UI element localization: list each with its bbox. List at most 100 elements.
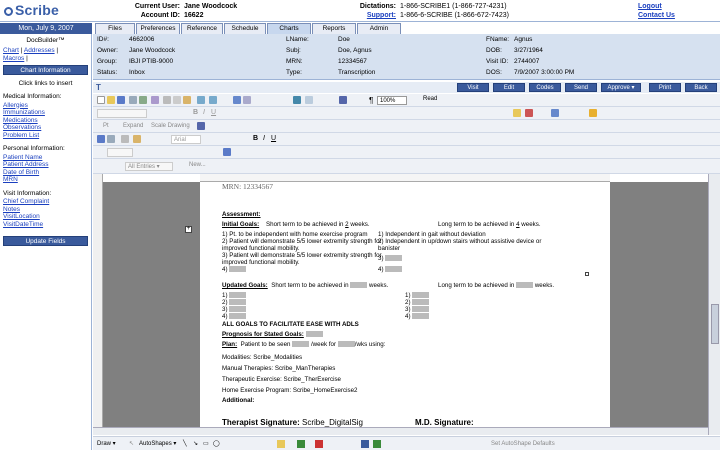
draw-menu[interactable]: Draw ▾ — [97, 437, 116, 451]
approve-button[interactable]: Approve ▾ — [601, 83, 641, 92]
date-of-birth-link[interactable]: Date of Birth — [3, 169, 39, 176]
expand-button[interactable]: Expand — [123, 123, 143, 129]
medications-link[interactable]: Medications — [3, 117, 38, 124]
shadow-icon[interactable] — [361, 440, 369, 448]
patient-address-link[interactable]: Patient Address — [3, 161, 49, 168]
tab-reports[interactable]: Reports — [312, 23, 356, 34]
plan-duration-field[interactable] — [337, 341, 355, 347]
arrow-icon[interactable]: ↘ — [193, 437, 198, 451]
paste-icon[interactable] — [183, 96, 191, 104]
table-icon[interactable] — [233, 96, 241, 104]
italic2-icon[interactable]: I — [263, 135, 265, 142]
highlight-icon[interactable] — [513, 109, 521, 117]
update-fields-button[interactable]: Update Fields — [3, 236, 88, 246]
read-button[interactable]: Read — [423, 96, 437, 102]
set-autoshape-defaults[interactable]: Set AutoShape Defaults — [491, 437, 555, 451]
shape-icon[interactable] — [197, 122, 205, 130]
updated-long-weeks-field[interactable] — [516, 282, 534, 288]
bold-icon[interactable]: B — [193, 109, 198, 116]
save-icon[interactable] — [117, 96, 125, 104]
mrn-link[interactable]: MRN — [3, 176, 18, 183]
new-entry-button[interactable]: New... — [189, 162, 206, 168]
updated-long-1-field[interactable] — [412, 292, 430, 298]
visit-datetime-link[interactable]: VisitDateTime — [3, 221, 43, 228]
support-link[interactable]: Support: — [367, 12, 396, 19]
tab-files[interactable]: Files — [95, 23, 135, 34]
plan-frequency-field[interactable] — [292, 341, 310, 347]
patient-name-link[interactable]: Patient Name — [3, 154, 42, 161]
columns-icon[interactable] — [243, 96, 251, 104]
line-icon[interactable]: ╲ — [183, 437, 187, 451]
vertical-scrollbar[interactable] — [708, 174, 720, 435]
bold2-icon[interactable]: B — [253, 135, 258, 142]
macros-link[interactable]: Macros — [3, 55, 24, 62]
insert-icon[interactable] — [551, 109, 559, 117]
tab-reference[interactable]: Reference — [181, 23, 223, 34]
scale-drawing-button[interactable]: Scale Drawing — [151, 123, 190, 129]
prognosis-field[interactable] — [305, 331, 323, 337]
send-button[interactable]: Send — [565, 83, 597, 92]
notes-link[interactable]: Notes — [3, 206, 20, 213]
save2-icon[interactable] — [97, 135, 105, 143]
logout-link[interactable]: Logout — [638, 3, 662, 10]
updated-3-field[interactable] — [229, 306, 247, 312]
updated-4-field[interactable] — [229, 313, 247, 319]
3d-icon[interactable] — [373, 440, 381, 448]
immunizations-link[interactable]: Immunizations — [3, 109, 45, 116]
addresses-link[interactable]: Addresses — [24, 47, 55, 54]
cut-icon[interactable] — [163, 96, 171, 104]
list-select[interactable] — [107, 148, 133, 157]
print2-icon[interactable] — [107, 135, 115, 143]
font-color-draw-icon[interactable] — [315, 440, 323, 448]
tab-charts[interactable]: Charts — [267, 23, 311, 34]
back-button[interactable]: Back — [685, 83, 717, 92]
table-resize-handle[interactable] — [585, 272, 589, 276]
style-select[interactable] — [97, 109, 147, 118]
oval-icon[interactable]: ◯ — [213, 437, 220, 451]
edit-button[interactable]: Edit — [493, 83, 525, 92]
chart-information-button[interactable]: Chart Information — [3, 65, 88, 75]
pointer-icon[interactable]: ↖ — [129, 437, 134, 451]
italic-icon[interactable]: I — [203, 109, 205, 116]
problem-list-link[interactable]: Problem List — [3, 132, 39, 139]
chart-link[interactable]: Chart — [3, 47, 19, 54]
updated-1-field[interactable] — [229, 292, 247, 298]
cut2-icon[interactable] — [121, 135, 129, 143]
long-goal-3-field[interactable] — [385, 255, 403, 261]
font-select[interactable]: Arial — [171, 135, 201, 144]
long-goal-4-field[interactable] — [385, 266, 403, 272]
fill-color-icon[interactable] — [277, 440, 285, 448]
visit-location-link[interactable]: VisitLocation — [3, 213, 40, 220]
table-move-handle-icon[interactable]: + — [185, 226, 192, 233]
scroll-thumb[interactable] — [711, 304, 719, 344]
contact-us-link[interactable]: Contact Us — [638, 12, 675, 19]
preview-icon[interactable] — [139, 96, 147, 104]
redo-icon[interactable] — [209, 96, 217, 104]
chief-complaint-link[interactable]: Chief Complaint — [3, 198, 49, 205]
line-color-icon[interactable] — [297, 440, 305, 448]
pilcrow-icon[interactable]: ¶ — [369, 96, 373, 105]
updated-long-2-field[interactable] — [412, 299, 430, 305]
underline2-icon[interactable]: U — [271, 135, 276, 142]
updated-long-3-field[interactable] — [412, 306, 430, 312]
print-icon[interactable] — [129, 96, 137, 104]
undo-icon[interactable] — [197, 96, 205, 104]
all-entries-select[interactable]: All Entries ▾ — [125, 162, 173, 171]
autoshapes-menu[interactable]: AutoShapes ▾ — [139, 437, 176, 451]
lock-icon[interactable] — [589, 109, 597, 117]
underline-icon[interactable]: U — [211, 109, 216, 116]
spell-icon[interactable] — [151, 96, 159, 104]
updated-short-weeks-field[interactable] — [350, 282, 368, 288]
visit-button[interactable]: Visit — [457, 83, 489, 92]
updated-long-4-field[interactable] — [412, 313, 430, 319]
paste2-icon[interactable] — [133, 135, 141, 143]
show-hide-icon[interactable] — [339, 96, 347, 104]
grid-icon[interactable] — [305, 96, 313, 104]
print-button[interactable]: Print — [649, 83, 681, 92]
horizontal-scrollbar[interactable] — [93, 427, 708, 435]
tab-preferences[interactable]: Preferences — [136, 23, 180, 34]
goal-4-field[interactable] — [229, 266, 247, 272]
document-page[interactable]: MRN: 12334567 Assessment: Initial Goals:… — [200, 182, 610, 435]
codes-button[interactable]: Codes — [529, 83, 561, 92]
font-color-icon[interactable] — [525, 109, 533, 117]
